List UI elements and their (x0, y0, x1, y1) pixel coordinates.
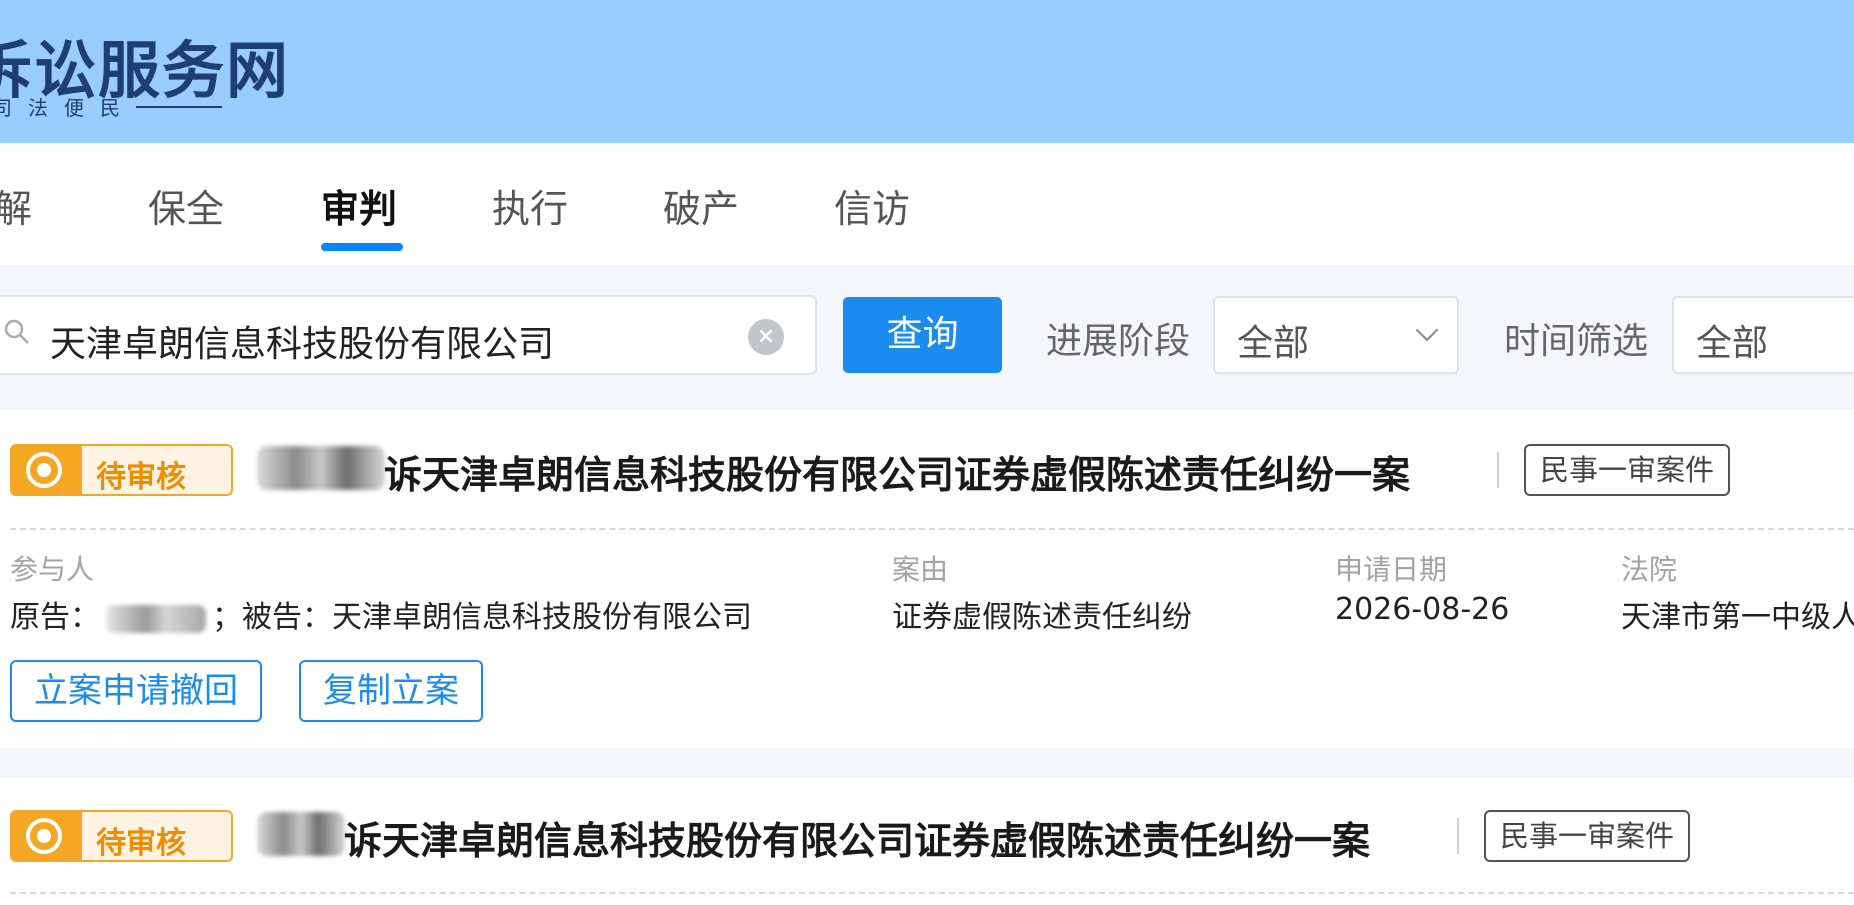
copy-filing-button[interactable]: 复制立案 (299, 660, 483, 722)
cause-label: 案由 (892, 553, 949, 586)
case-title[interactable]: 诉天津卓朗信息科技股份有限公司证券虚假陈述责任纠纷一案 (344, 810, 1370, 865)
tab-preservation[interactable]: 保全 (148, 178, 224, 233)
tab-execution[interactable]: 执行 (492, 178, 568, 233)
logo-divider (136, 106, 222, 108)
divider (1457, 818, 1459, 854)
plaintiff-prefix: 原告： (10, 600, 100, 635)
clear-icon[interactable]: × (748, 319, 784, 355)
time-filter-label: 时间筛选 (1504, 321, 1649, 362)
defendant-text: ；被告：天津卓朗信息科技股份有限公司 (212, 600, 752, 635)
search-value: 天津卓朗信息科技股份有限公司 (50, 324, 555, 365)
tab-petition[interactable]: 信访 (834, 178, 910, 233)
time-select[interactable]: 全部 (1672, 296, 1854, 374)
stage-select[interactable]: 全部 (1213, 296, 1459, 374)
dashed-divider (10, 528, 1854, 530)
search-input[interactable]: 天津卓朗信息科技股份有限公司 × (0, 295, 817, 375)
divider (1497, 452, 1499, 488)
participants-value: 原告： ；被告：天津卓朗信息科技股份有限公司 (10, 592, 752, 636)
status-badge: 待审核 (10, 444, 233, 496)
date-value: 2026-08-26 (1335, 592, 1510, 627)
site-header: 诉讼服务网 司法便民 (0, 0, 1854, 143)
redacted-name (257, 812, 345, 856)
redacted-plaintiff (106, 604, 206, 633)
court-label: 法院 (1621, 553, 1678, 586)
case-title[interactable]: 诉天津卓朗信息科技股份有限公司证券虚假陈述责任纠纷一案 (384, 444, 1410, 499)
status-badge: 待审核 (10, 810, 233, 862)
date-label: 申请日期 (1335, 553, 1448, 586)
site-logo-subtitle: 司法便民 (0, 96, 136, 120)
status-badge-label: 待审核 (96, 826, 186, 861)
tab-trial[interactable]: 审判 (321, 178, 397, 233)
withdraw-filing-button[interactable]: 立案申请撤回 (10, 660, 262, 722)
query-button[interactable]: 查询 (843, 297, 1002, 373)
stage-filter-label: 进展阶段 (1046, 321, 1191, 362)
search-icon (4, 319, 29, 344)
active-tab-indicator (321, 243, 403, 251)
redacted-name (257, 446, 385, 490)
status-badge-label: 待审核 (96, 460, 186, 495)
category-tabs: 调解 保全 审判 执行 破产 信访 (0, 143, 1854, 265)
participants-label: 参与人 (10, 553, 95, 586)
case-type-badge: 民事一审案件 (1484, 810, 1691, 862)
clock-icon (26, 818, 62, 854)
stage-select-value: 全部 (1237, 323, 1310, 364)
case-type-badge: 民事一审案件 (1524, 444, 1731, 496)
chevron-down-icon (1415, 318, 1439, 342)
tab-mediation[interactable]: 调解 (0, 178, 32, 233)
tab-bankruptcy[interactable]: 破产 (663, 178, 739, 233)
dashed-divider (10, 892, 1854, 894)
case-card: 待审核 诉天津卓朗信息科技股份有限公司证券虚假陈述责任纠纷一案 民事一审案件 (0, 778, 1854, 905)
time-select-value: 全部 (1696, 323, 1769, 364)
cause-value: 证券虚假陈述责任纠纷 (892, 600, 1192, 635)
court-value: 天津市第一中级人 (1621, 600, 1854, 635)
clock-icon (26, 452, 62, 488)
